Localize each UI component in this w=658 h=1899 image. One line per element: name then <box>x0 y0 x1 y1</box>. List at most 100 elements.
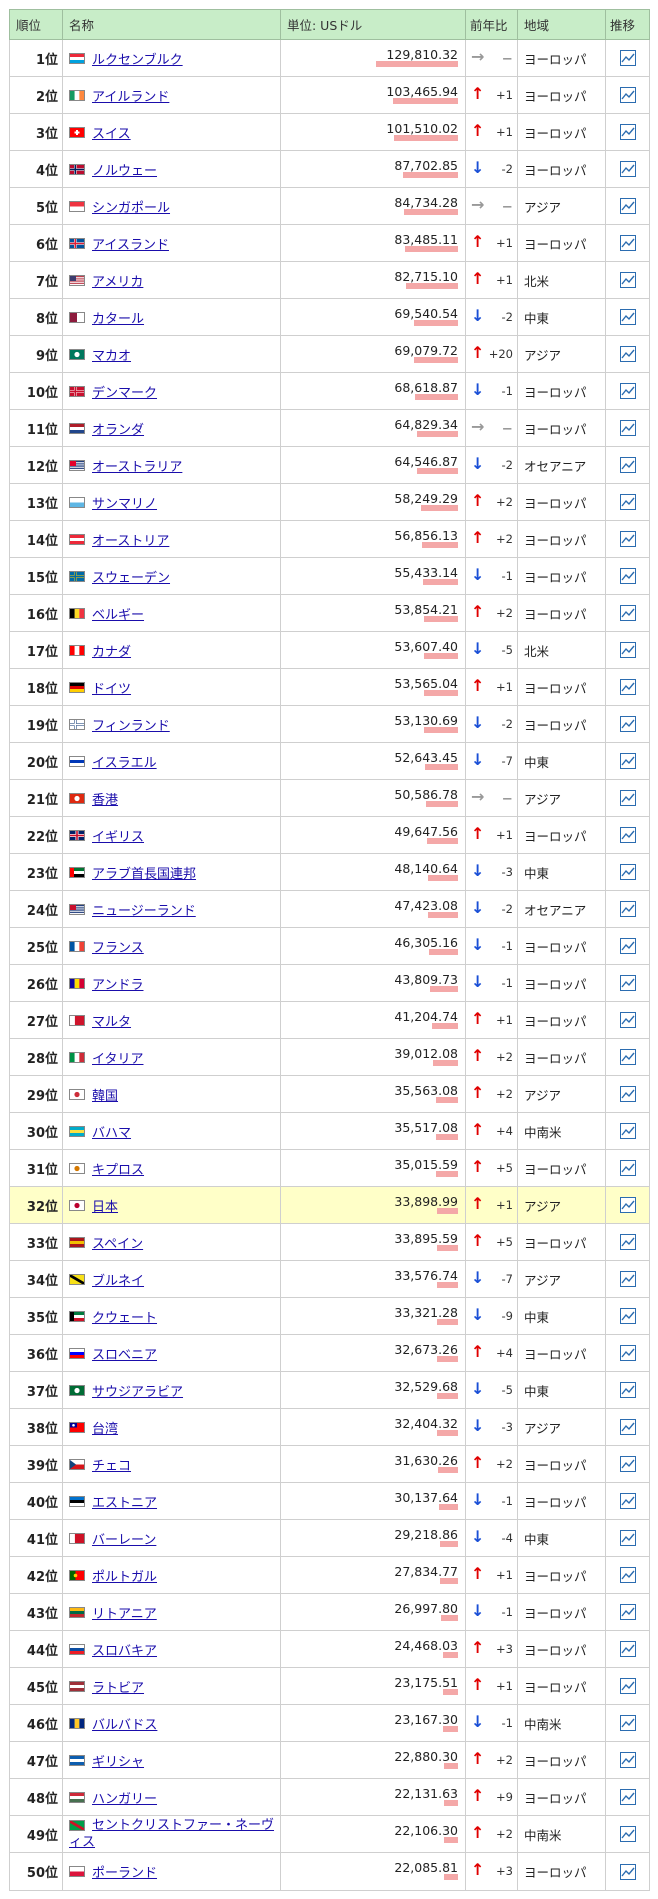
trend-chart-icon[interactable] <box>619 716 636 732</box>
trend-chart-icon[interactable] <box>619 420 636 436</box>
trend-chart-icon[interactable] <box>619 753 636 769</box>
trend-chart-icon[interactable] <box>619 346 636 362</box>
trend-chart-icon[interactable] <box>619 1308 636 1324</box>
trend-chart-icon[interactable] <box>619 531 636 547</box>
trend-chart-icon[interactable] <box>619 1086 636 1102</box>
country-link[interactable]: ハンガリー <box>92 1792 157 1807</box>
country-link[interactable]: 韓国 <box>92 1089 118 1104</box>
country-link[interactable]: ドイツ <box>92 682 131 697</box>
country-link[interactable]: アンドラ <box>92 978 143 993</box>
trend-chart-icon[interactable] <box>619 568 636 584</box>
country-link[interactable]: ラトビア <box>92 1681 144 1696</box>
trend-chart-icon[interactable] <box>619 1826 636 1842</box>
country-link[interactable]: フィンランド <box>92 719 170 734</box>
country-link[interactable]: シンガポール <box>92 201 170 216</box>
trend-chart-icon[interactable] <box>619 901 636 917</box>
trend-chart-icon[interactable] <box>619 790 636 806</box>
country-link[interactable]: マカオ <box>92 349 131 364</box>
trend-chart-icon[interactable] <box>619 938 636 954</box>
header-rank[interactable]: 順位 <box>9 9 63 40</box>
country-link[interactable]: 香港 <box>92 793 118 808</box>
trend-chart-icon[interactable] <box>619 1863 636 1880</box>
trend-chart-icon[interactable] <box>619 235 636 251</box>
trend-chart-icon[interactable] <box>619 1123 636 1139</box>
country-link[interactable]: スイス <box>92 127 131 142</box>
country-link[interactable]: エストニア <box>92 1496 157 1511</box>
trend-chart-icon[interactable] <box>619 1752 636 1768</box>
country-link[interactable]: リトアニア <box>92 1607 157 1622</box>
trend-chart-icon[interactable] <box>619 383 636 399</box>
header-unit[interactable]: 単位: USドル <box>280 9 466 40</box>
trend-chart-icon[interactable] <box>619 679 636 695</box>
country-link[interactable]: スロベニア <box>92 1348 157 1363</box>
trend-chart-icon[interactable] <box>619 975 636 991</box>
country-link[interactable]: ポーランド <box>92 1866 157 1881</box>
trend-chart-icon[interactable] <box>619 457 636 473</box>
country-link[interactable]: マルタ <box>92 1015 131 1030</box>
country-link[interactable]: サンマリノ <box>92 497 157 512</box>
trend-chart-icon[interactable] <box>619 1604 636 1620</box>
country-link[interactable]: バルバドス <box>92 1718 157 1733</box>
trend-chart-icon[interactable] <box>619 1345 636 1361</box>
country-link[interactable]: 台湾 <box>92 1422 118 1437</box>
country-link[interactable]: ギリシャ <box>92 1755 144 1770</box>
trend-chart-icon[interactable] <box>619 642 636 658</box>
trend-chart-icon[interactable] <box>619 1493 636 1509</box>
country-link[interactable]: イスラエル <box>92 756 157 771</box>
country-link[interactable]: イタリア <box>92 1052 143 1067</box>
trend-chart-icon[interactable] <box>619 1715 636 1731</box>
trend-chart-icon[interactable] <box>619 1012 636 1028</box>
country-link[interactable]: 日本 <box>92 1200 118 1215</box>
trend-chart-icon[interactable] <box>619 1641 636 1657</box>
trend-chart-icon[interactable] <box>619 1456 636 1472</box>
country-link[interactable]: ブルネイ <box>92 1274 144 1289</box>
country-link[interactable]: オーストリア <box>92 534 169 549</box>
country-link[interactable]: アイルランド <box>92 90 169 105</box>
country-link[interactable]: バーレーン <box>92 1533 156 1548</box>
trend-chart-icon[interactable] <box>619 1234 636 1250</box>
header-region[interactable]: 地域 <box>517 9 606 40</box>
trend-chart-icon[interactable] <box>619 1789 636 1805</box>
country-link[interactable]: フランス <box>92 941 144 956</box>
trend-chart-icon[interactable] <box>619 198 636 214</box>
country-link[interactable]: ノルウェー <box>92 164 157 179</box>
trend-chart-icon[interactable] <box>619 1271 636 1287</box>
country-link[interactable]: スウェーデン <box>92 571 170 586</box>
country-link[interactable]: ニュージーランド <box>92 904 196 919</box>
country-link[interactable]: ベルギー <box>92 608 144 623</box>
trend-chart-icon[interactable] <box>619 50 636 66</box>
country-link[interactable]: クウェート <box>92 1311 157 1326</box>
trend-chart-icon[interactable] <box>619 864 636 880</box>
country-link[interactable]: サウジアラビア <box>92 1385 183 1400</box>
trend-chart-icon[interactable] <box>619 272 636 288</box>
trend-chart-icon[interactable] <box>619 124 636 140</box>
trend-chart-icon[interactable] <box>619 1160 636 1176</box>
country-link[interactable]: スペイン <box>92 1237 143 1252</box>
country-link[interactable]: アメリカ <box>92 275 143 290</box>
country-link[interactable]: ルクセンブルク <box>92 53 183 68</box>
header-change[interactable]: 前年比 <box>465 9 518 40</box>
country-link[interactable]: ポルトガル <box>92 1570 157 1585</box>
country-link[interactable]: カナダ <box>92 645 131 660</box>
country-link[interactable]: オランダ <box>92 423 144 438</box>
country-link[interactable]: バハマ <box>92 1126 131 1141</box>
country-link[interactable]: オーストラリア <box>92 460 182 475</box>
trend-chart-icon[interactable] <box>619 1197 636 1213</box>
trend-chart-icon[interactable] <box>619 827 636 843</box>
trend-chart-icon[interactable] <box>619 494 636 510</box>
trend-chart-icon[interactable] <box>619 309 636 325</box>
country-link[interactable]: アラブ首長国連邦 <box>92 867 196 882</box>
trend-chart-icon[interactable] <box>619 87 636 103</box>
trend-chart-icon[interactable] <box>619 1049 636 1065</box>
trend-chart-icon[interactable] <box>619 1382 636 1398</box>
country-link[interactable]: カタール <box>92 312 144 327</box>
trend-chart-icon[interactable] <box>619 1530 636 1546</box>
trend-chart-icon[interactable] <box>619 161 636 177</box>
country-link[interactable]: セントクリストファー・ネーヴィス <box>69 1818 274 1850</box>
trend-chart-icon[interactable] <box>619 605 636 621</box>
header-name[interactable]: 名称 <box>62 9 281 40</box>
trend-chart-icon[interactable] <box>619 1678 636 1694</box>
trend-chart-icon[interactable] <box>619 1567 636 1583</box>
country-link[interactable]: デンマーク <box>92 386 157 401</box>
trend-chart-icon[interactable] <box>619 1419 636 1435</box>
